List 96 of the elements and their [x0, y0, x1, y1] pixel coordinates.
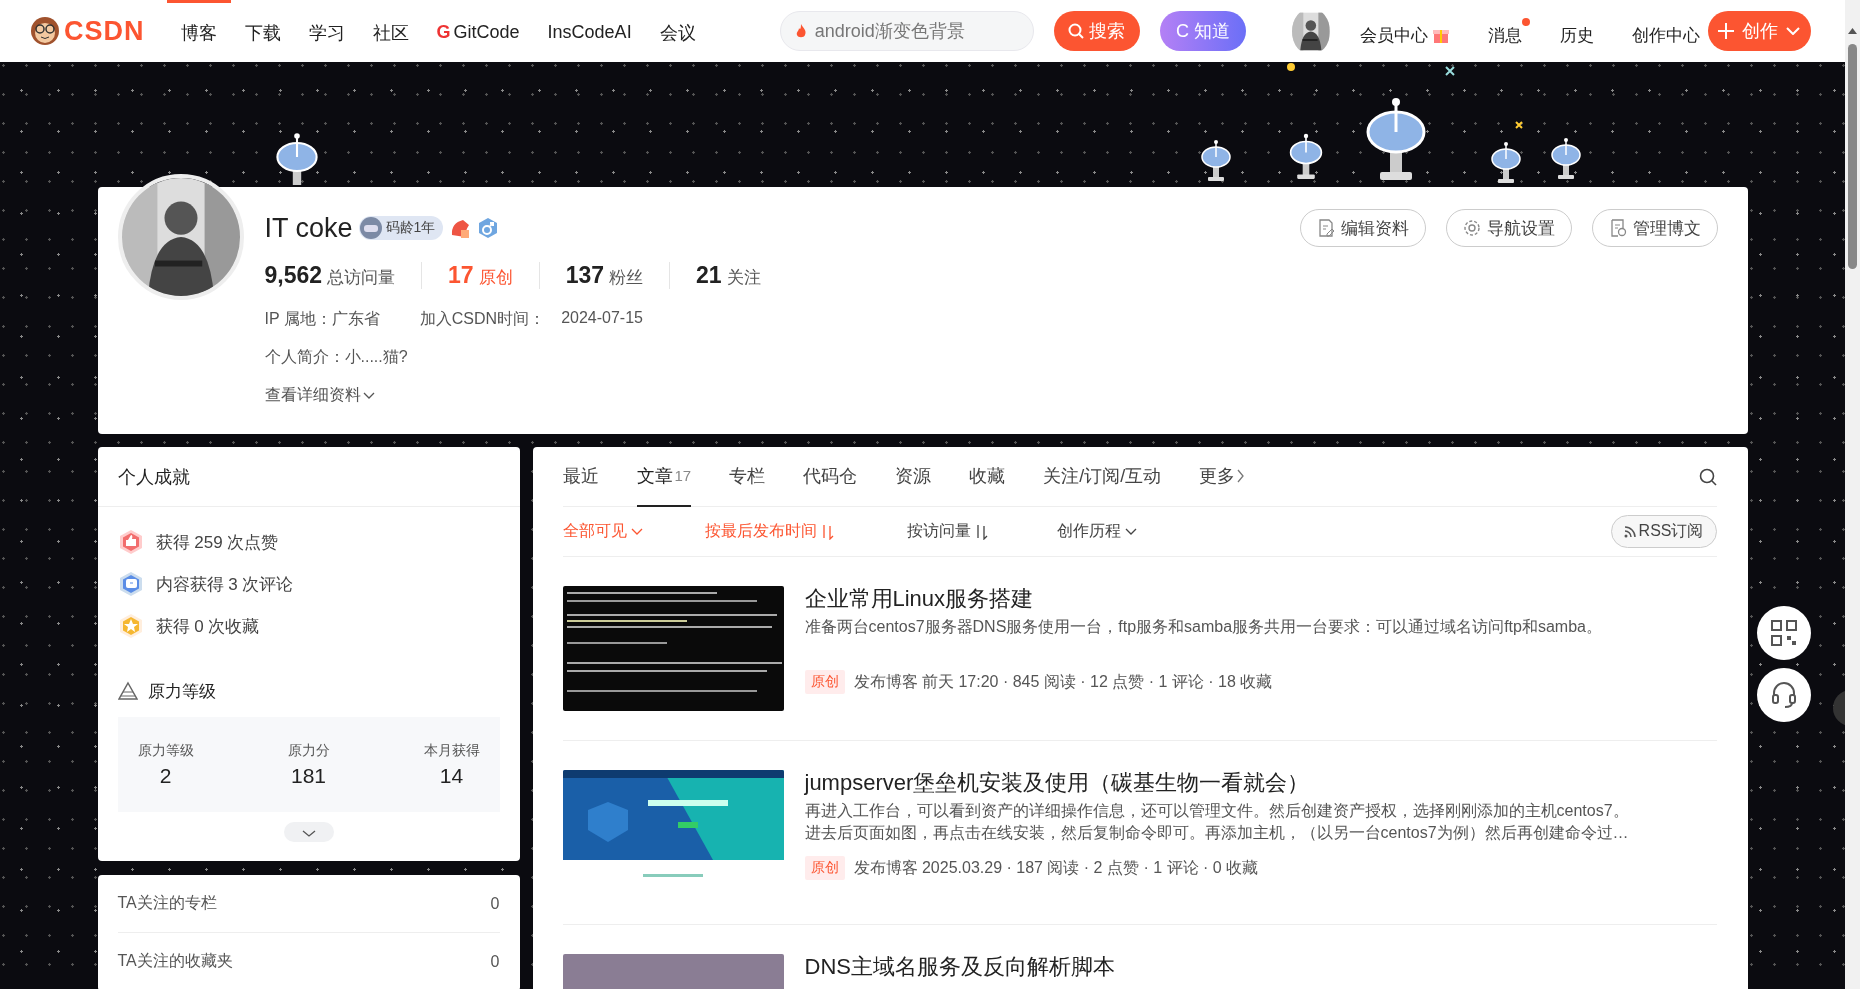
level-label: 原力分: [287, 741, 330, 760]
chevron-right-icon: [1237, 468, 1245, 483]
follow-label[interactable]: TA关注的专栏: [117, 893, 217, 914]
follow-label[interactable]: TA关注的收藏夹: [117, 951, 233, 972]
article-summary: 再进入工作台，可以看到资产的详细操作信息，还可以管理文件。然后创建资产授权，选择刚刚添加的主机centos7。: [804, 801, 1630, 821]
scroll-thumb[interactable]: [1848, 44, 1857, 269]
code-age-text: 码龄1年: [385, 219, 436, 237]
nav-link[interactable]: 下载: [230, 0, 295, 62]
search-icon: [1068, 23, 1085, 39]
search-icon[interactable]: [1698, 467, 1717, 486]
user-name: IT coke: [264, 212, 353, 244]
level-label: 原力等级: [137, 741, 194, 760]
level-label: 本月获得: [423, 741, 480, 760]
filter-button[interactable]: 创作历程: [1056, 521, 1137, 542]
nav-link[interactable]: 学习: [294, 0, 359, 62]
avatar-icon[interactable]: [117, 174, 244, 300]
user-link[interactable]: 会员中心: [1359, 15, 1458, 47]
stat-label: 粉丝: [609, 266, 644, 289]
follow-count: 0: [490, 894, 500, 913]
chevron-down-icon: [630, 528, 643, 535]
user-link[interactable]: 消息: [1487, 15, 1530, 47]
article-summary: 准备两台centos7服务器DNS服务使用一台，ftp服务和samba服务共用一台要求：可以通过域名访问ftp和samba。: [804, 617, 1603, 637]
stat-label: 关注: [726, 266, 761, 289]
qr-code-icon: [1771, 620, 1797, 646]
tab[interactable]: 文章17: [636, 446, 692, 507]
tab[interactable]: 资源: [895, 446, 932, 507]
chevron-down-icon: [1124, 528, 1137, 535]
settings-icon: [1462, 219, 1481, 237]
monkey-logo-icon[interactable]: [30, 16, 60, 46]
action-button[interactable]: 管理博文: [1591, 209, 1718, 247]
stat-value: 17: [448, 261, 474, 289]
tab[interactable]: 收藏: [969, 446, 1006, 507]
level-title: 原力等级: [147, 680, 216, 703]
filter-button[interactable]: 按访问量: [906, 521, 1057, 542]
edit-icon: [1316, 219, 1335, 237]
stat-label: 原创: [478, 266, 513, 289]
article-meta: 发布博客 前天 17:20 · 845 阅读 · 12 点赞 · 1 评论 · 18 收藏: [853, 671, 1273, 692]
caret-icon: [1786, 27, 1801, 35]
tab[interactable]: 更多: [1199, 446, 1245, 507]
level-value: 14: [439, 763, 464, 788]
up-arrow-icon[interactable]: [1848, 28, 1857, 34]
article-title[interactable]: 企业常用Linux服务搭建: [804, 582, 1717, 616]
sort-icon: [974, 523, 988, 540]
badge-icon: [449, 217, 472, 239]
card-title: 个人成就: [97, 447, 520, 507]
stat-value: 137: [565, 261, 605, 289]
action-button[interactable]: 编辑资料: [1299, 209, 1426, 247]
level-value: 2: [159, 763, 172, 788]
original-tag: 原创: [804, 856, 845, 880]
join-date: 2024-07-15: [561, 308, 643, 328]
nav-link[interactable]: InsCodeAI: [533, 0, 646, 62]
join-label: 加入CSDN时间：: [419, 308, 546, 329]
support-button[interactable]: [1757, 668, 1811, 722]
pyramid-icon: [117, 681, 138, 701]
tab[interactable]: 专栏: [729, 446, 766, 507]
rss-icon: [1623, 525, 1636, 538]
stat-label: 总访问量: [327, 266, 396, 289]
headset-icon: [1771, 682, 1797, 708]
follow-count: 0: [490, 952, 500, 971]
achievement-text: 获得 0 次收藏: [155, 615, 260, 638]
article-summary: 进去后页面如图，再点击在线安装，然后复制命令即可。再添加主机，（以另一台centos7为例）然后再创建命令过…: [804, 823, 1630, 843]
nav-link[interactable]: 博客: [166, 0, 231, 62]
chevron-down-icon: [301, 829, 316, 837]
article-meta: 发布博客 2025.03.29 · 187 阅读 · 2 点赞 · 1 评论 · 0 收藏: [853, 857, 1259, 878]
document-gear-icon: [1608, 219, 1627, 237]
chevron-down-icon: [362, 391, 375, 399]
sort-icon: [820, 523, 834, 540]
plus-icon: [1718, 23, 1735, 39]
comment-badge-icon: [117, 571, 144, 597]
rss-button[interactable]: RSS订阅: [1610, 515, 1717, 548]
nav-link[interactable]: 会议: [645, 0, 710, 62]
article-title[interactable]: DNS主域名服务及反向解析脚本: [804, 950, 1717, 984]
details-link[interactable]: 查看详细资料: [264, 384, 375, 406]
star-badge-icon: [117, 613, 144, 639]
like-badge-icon: [117, 529, 144, 555]
user-link[interactable]: 创作中心: [1631, 15, 1708, 47]
stat-value: 9,562: [264, 261, 323, 289]
ip-location: IP 属地：广东省: [264, 308, 380, 329]
achievement-text: 获得 259 次点赞: [155, 531, 279, 554]
tab[interactable]: 关注/订阅/互动: [1043, 446, 1162, 507]
stat-value: 21: [696, 261, 722, 289]
bio: 个人简介：小.....猫?: [264, 346, 408, 367]
user-link[interactable]: 历史: [1559, 15, 1602, 47]
nav-link[interactable]: G GitCode: [422, 0, 534, 62]
action-button[interactable]: 导航设置: [1445, 209, 1572, 247]
original-tag: 原创: [804, 670, 845, 694]
tab[interactable]: 最近: [562, 446, 599, 507]
male-icon: [477, 217, 500, 239]
level-value: 181: [290, 763, 326, 788]
achievement-text: 内容获得 3 次评论: [155, 573, 294, 596]
article-title[interactable]: jumpserver堡垒机安装及使用（碳基生物一看就会）: [804, 766, 1717, 800]
qr-code-button[interactable]: [1757, 606, 1811, 660]
search-field[interactable]: android渐变色背景: [779, 11, 1034, 51]
scrollbar[interactable]: [1845, 0, 1860, 989]
nav-link[interactable]: 社区: [358, 0, 423, 62]
tab[interactable]: 代码仓: [803, 446, 858, 507]
